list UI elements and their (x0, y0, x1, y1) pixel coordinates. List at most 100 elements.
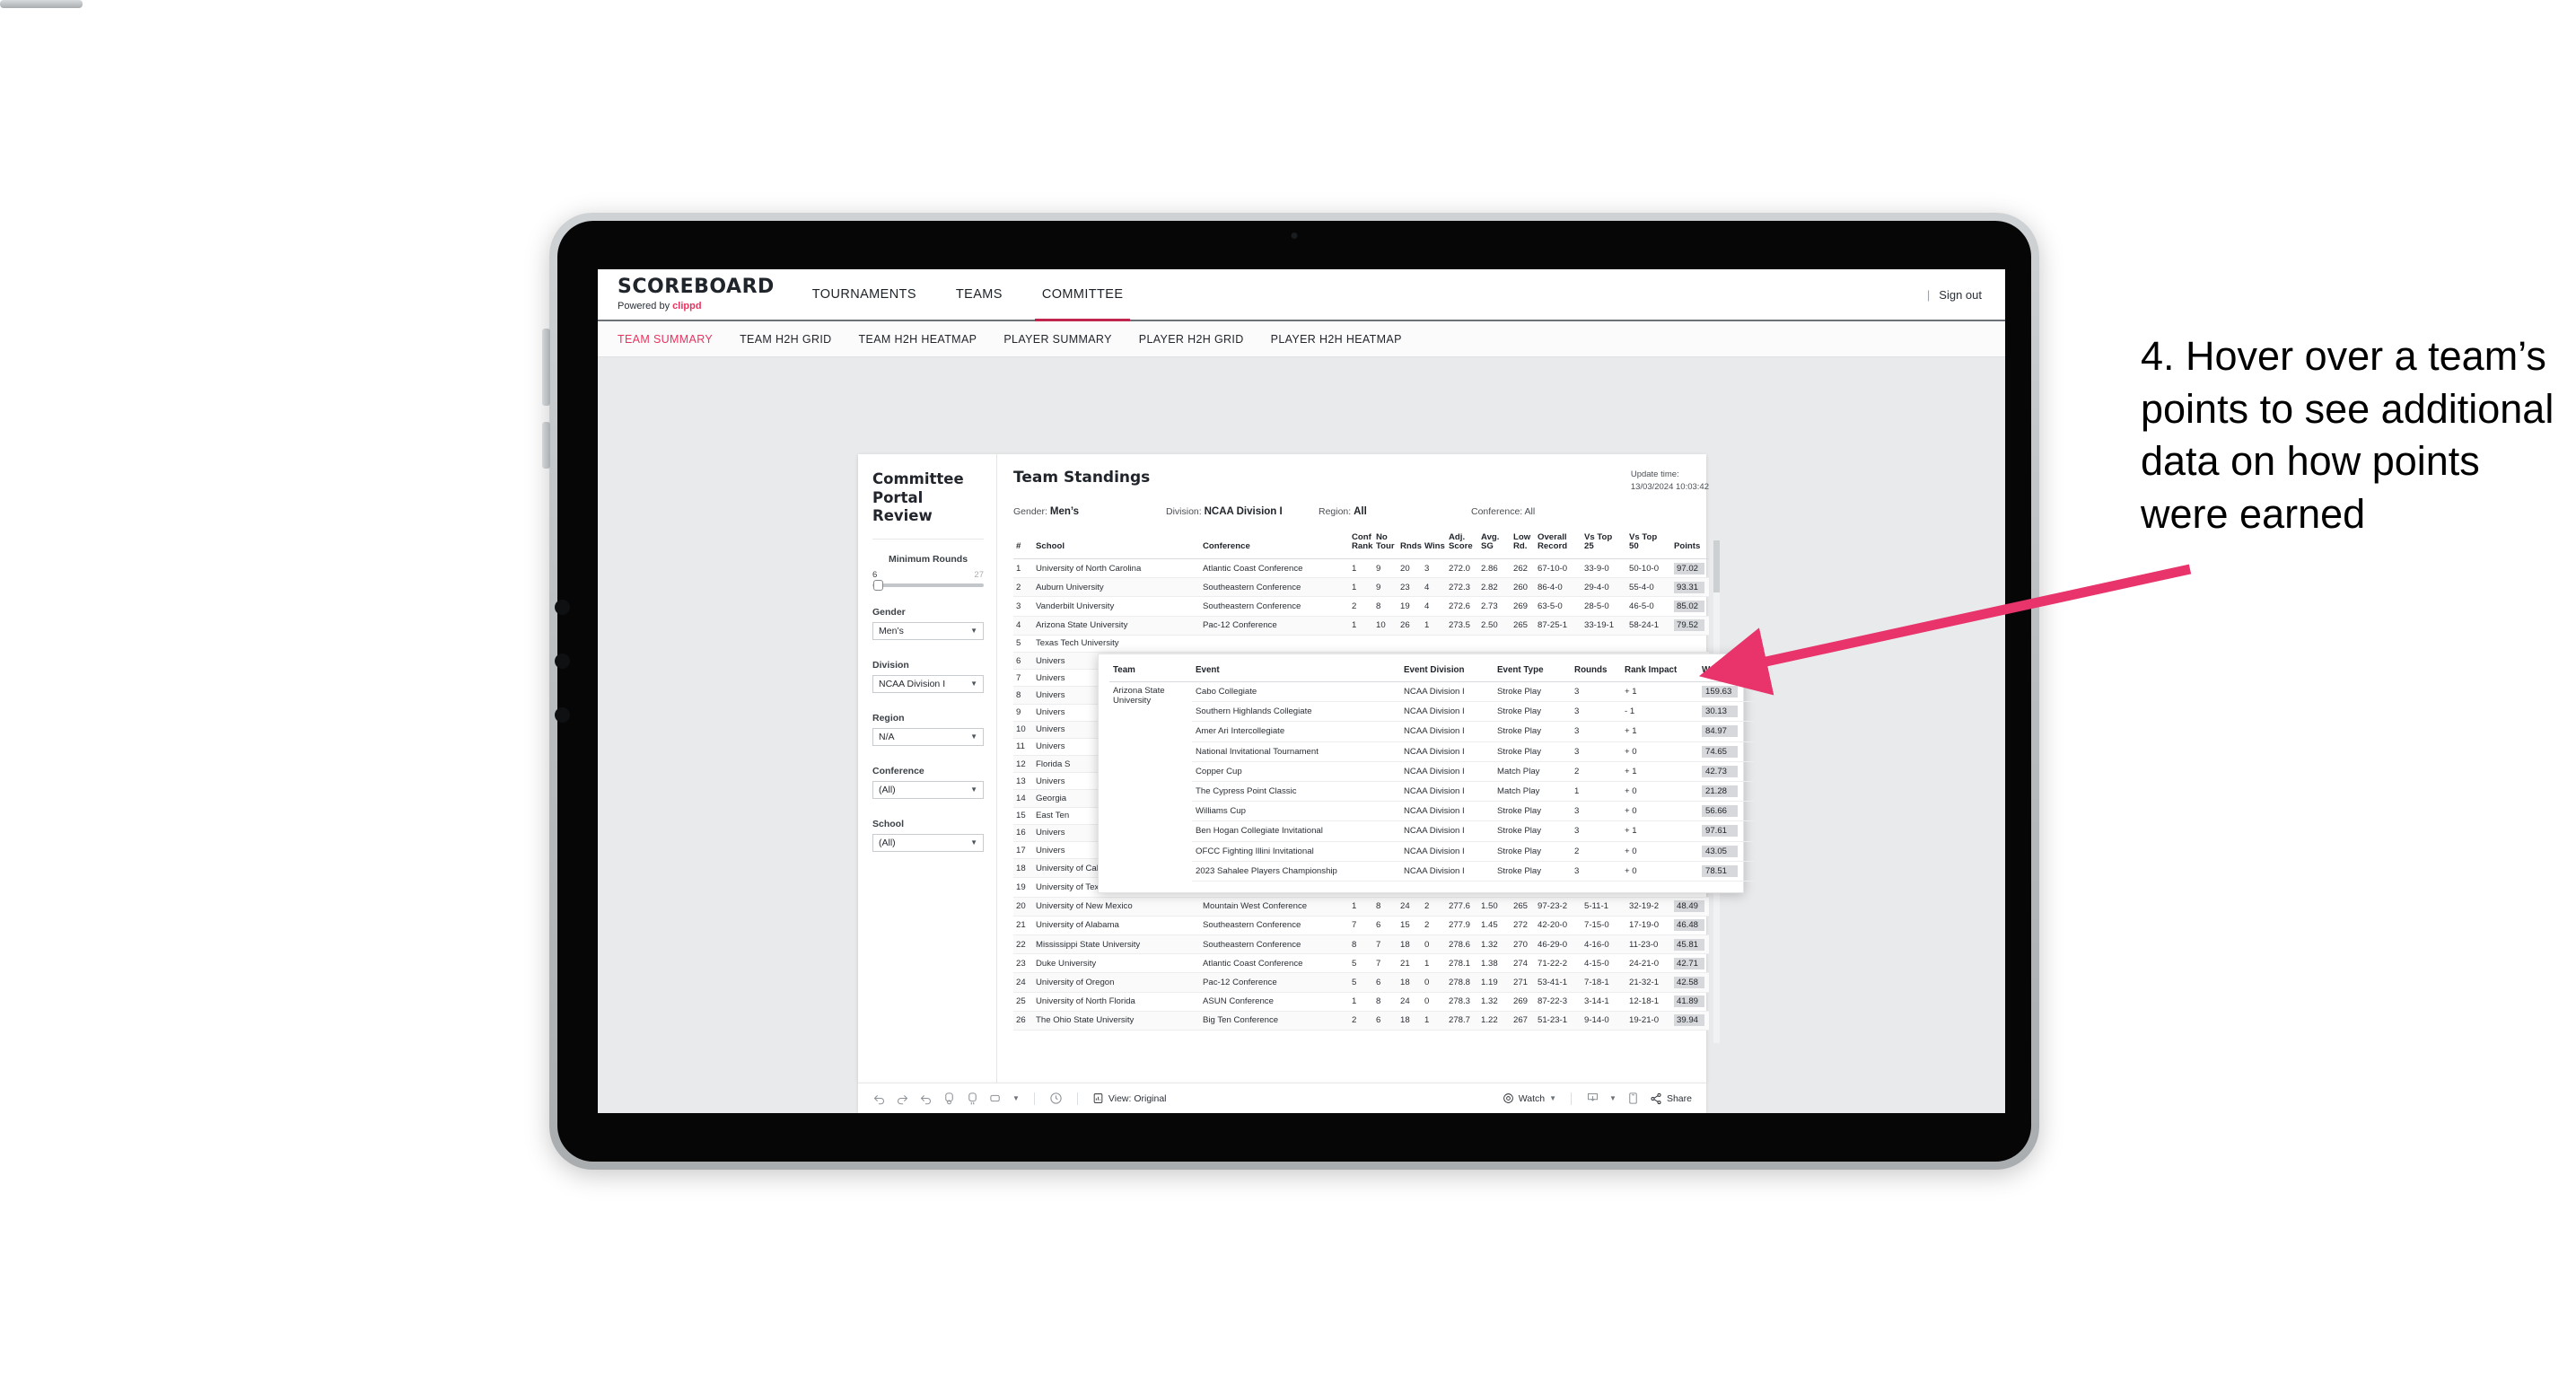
column-vs-top-25[interactable]: Vs Top 25 (1582, 531, 1626, 559)
points-cell[interactable]: 39.94 (1671, 1011, 1709, 1031)
points-cell[interactable]: 42.58 (1671, 972, 1709, 993)
no-tour-cell: 8 (1373, 596, 1398, 617)
conf-rank-cell: 1 (1349, 616, 1373, 636)
table-row[interactable]: 26 The Ohio State University Big Ten Confe… (1013, 1011, 1709, 1031)
device-preview-icon[interactable] (1626, 1092, 1640, 1105)
gender-select[interactable]: Men’s ▼ (872, 621, 984, 640)
watch-button[interactable]: Watch ▼ (1503, 1092, 1556, 1104)
vs-top-25-cell: 9-14-0 (1582, 1011, 1626, 1031)
refresh-icon[interactable] (1049, 1092, 1063, 1105)
table-row[interactable]: 20 University of New Mexico Mountain West … (1013, 897, 1709, 917)
signout-button[interactable]: Sign out (1939, 288, 1982, 302)
column-no-tour[interactable]: No Tour (1373, 531, 1398, 559)
column-school[interactable]: School (1033, 531, 1200, 559)
points-cell[interactable]: 42.71 (1671, 953, 1709, 974)
redo-icon[interactable] (896, 1092, 909, 1105)
points-cell[interactable]: 41.89 (1671, 992, 1709, 1012)
topnav-item-committee[interactable]: COMMITTEE (1022, 269, 1143, 321)
column-conference[interactable]: Conference (1200, 531, 1349, 559)
topnav-item-tournaments[interactable]: TOURNAMENTS (793, 269, 936, 320)
points-value[interactable]: 46.48 (1674, 919, 1704, 932)
column-wins[interactable]: Wins (1422, 531, 1446, 559)
subnav-item-team-summary[interactable]: TEAM SUMMARY (618, 333, 713, 346)
column-points[interactable]: Points (1671, 531, 1709, 559)
tooltip-event-division-cell: NCAA Division I (1400, 741, 1494, 762)
adj-score-cell: 272.6 (1446, 596, 1478, 617)
share-button[interactable]: Share (1650, 1092, 1692, 1105)
points-cell[interactable]: 48.49 (1671, 897, 1709, 917)
table-row[interactable]: 1 University of North Carolina Atlantic Co… (1013, 558, 1709, 579)
overall-record-cell: 53-41-1 (1535, 972, 1582, 993)
download-chevron-icon[interactable]: ▼ (1609, 1094, 1617, 1102)
table-row[interactable]: 25 University of North Florida ASUN Confer… (1013, 992, 1709, 1012)
undo-icon[interactable] (872, 1092, 886, 1105)
school-cell: University of Alabama (1033, 916, 1200, 935)
download-icon[interactable] (1586, 1092, 1599, 1105)
points-value[interactable]: 45.81 (1674, 938, 1704, 951)
points-value[interactable]: 41.89 (1674, 996, 1704, 1008)
points-value[interactable]: 42.71 (1674, 957, 1704, 969)
column-avg-sg[interactable]: Avg. SG (1478, 531, 1511, 559)
minimum-rounds-slider-handle[interactable] (873, 579, 883, 591)
points-value[interactable]: 48.49 (1674, 900, 1704, 913)
rank-cell: 12 (1013, 755, 1033, 774)
subnav-item-player-h2h-heatmap[interactable]: PLAYER H2H HEATMAP (1271, 333, 1402, 346)
volume-up-button[interactable] (542, 329, 550, 406)
points-cell[interactable]: 45.81 (1671, 934, 1709, 955)
subnav-item-player-h2h-grid[interactable]: PLAYER H2H GRID (1139, 333, 1244, 346)
rnds-cell (1398, 635, 1422, 653)
low-rd-cell: 272 (1511, 916, 1535, 935)
signout-area: | Sign out (1927, 269, 2005, 320)
chevron-down-icon: ▼ (970, 627, 977, 636)
subnav-item-team-h2h-grid[interactable]: TEAM H2H GRID (740, 333, 831, 346)
table-row[interactable]: 22 Mississippi State University Southeaste… (1013, 934, 1709, 955)
conference-select[interactable]: (All) ▼ (872, 780, 984, 799)
table-row[interactable]: 3 Vanderbilt University Southeastern Confe… (1013, 596, 1709, 617)
table-row[interactable]: 5 Texas Tech University (1013, 635, 1709, 653)
column-vs-top-50[interactable]: Vs Top 50 (1626, 531, 1671, 559)
table-row[interactable]: 21 University of Alabama Southeastern Conf… (1013, 916, 1709, 935)
column-rnds[interactable]: Rnds (1398, 531, 1422, 559)
vs-top-25-cell (1582, 635, 1626, 653)
volume-down-button[interactable] (542, 422, 550, 469)
table-row[interactable]: 2 Auburn University Southeastern Conferenc… (1013, 577, 1709, 598)
tooltip-rounds-cell: 3 (1571, 820, 1621, 842)
division-select[interactable]: NCAA Division I ▼ (872, 674, 984, 693)
view-original-button[interactable]: View: Original (1092, 1092, 1167, 1104)
overall-record-cell: 63-5-0 (1535, 596, 1582, 617)
rank-cell: 7 (1013, 669, 1033, 688)
column-adj-score[interactable]: Adj. Score (1446, 531, 1478, 559)
school-select[interactable]: (All) ▼ (872, 833, 984, 852)
table-row[interactable]: 24 University of Oregon Pac-12 Conference 5… (1013, 972, 1709, 993)
revert-icon[interactable] (919, 1092, 933, 1105)
points-cell[interactable]: 46.48 (1671, 916, 1709, 935)
wins-cell: 1 (1422, 1011, 1446, 1031)
filter-summary-conference: Conference: All (1471, 506, 1624, 517)
power-button[interactable] (0, 0, 83, 8)
filter-summary-gender-value: Men’s (1049, 505, 1080, 517)
column-conf-rank[interactable]: Conf Rank (1349, 531, 1373, 559)
table-row[interactable]: 23 Duke University Atlantic Coast Conferen… (1013, 953, 1709, 974)
brand-logo[interactable]: SCOREBOARD Powered by clippd (598, 269, 793, 320)
custom-view-icon[interactable] (989, 1092, 1003, 1105)
region-select[interactable]: N/A ▼ (872, 727, 984, 746)
column-overall-record[interactable]: Overall Record (1535, 531, 1582, 559)
tooltip-rounds-cell: 1 (1571, 781, 1621, 803)
pause-refresh-icon[interactable] (942, 1092, 956, 1105)
low-rd-cell: 262 (1511, 558, 1535, 579)
column-rank[interactable]: # (1013, 531, 1033, 559)
column-low-rd[interactable]: Low Rd. (1511, 531, 1535, 559)
points-value[interactable]: 42.58 (1674, 976, 1704, 988)
table-row[interactable]: 4 Arizona State University Pac-12 Conferen… (1013, 616, 1709, 636)
adj-score-cell (1446, 635, 1478, 653)
subnav-item-player-summary[interactable]: PLAYER SUMMARY (1003, 333, 1111, 346)
minimum-rounds-slider[interactable] (872, 579, 984, 591)
wins-cell: 3 (1422, 558, 1446, 579)
avg-sg-cell: 1.45 (1478, 916, 1511, 935)
vs-top-50-cell: 58-24-1 (1626, 616, 1671, 636)
custom-view-chevron-icon[interactable]: ▼ (1012, 1094, 1020, 1102)
points-value[interactable]: 39.94 (1674, 1014, 1704, 1027)
resume-refresh-icon[interactable] (966, 1092, 979, 1105)
topnav-item-teams[interactable]: TEAMS (936, 269, 1022, 320)
subnav-item-team-h2h-heatmap[interactable]: TEAM H2H HEATMAP (859, 333, 977, 346)
